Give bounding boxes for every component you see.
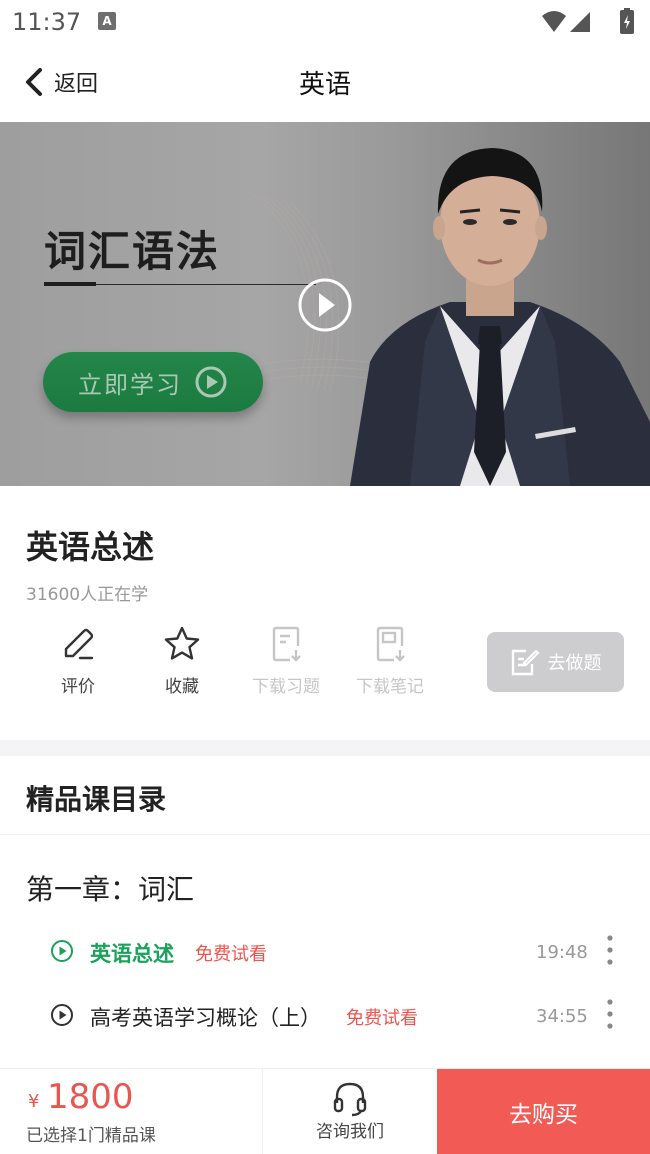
pencil-icon xyxy=(64,628,94,660)
rate-button[interactable]: 评价 xyxy=(26,624,130,704)
video-player[interactable]: 词汇语法 立即学习 xyxy=(0,122,650,486)
lesson-item[interactable]: 英语总述 免费试看 19:48 xyxy=(0,926,650,978)
purchase-bar: ¥ 1800 已选择1门精品课 咨询我们 去购买 xyxy=(0,1068,650,1154)
exercise-edit-icon xyxy=(511,649,539,676)
teacher-photo xyxy=(350,148,650,486)
title-underline xyxy=(44,282,96,286)
course-price: 1800 xyxy=(47,1077,134,1117)
download-exercises-button[interactable]: 下载习题 xyxy=(234,624,338,704)
video-play-icon[interactable] xyxy=(297,277,353,333)
do-exercises-button[interactable]: 去做题 xyxy=(487,632,624,692)
favorite-label: 收藏 xyxy=(165,677,199,697)
study-now-label: 立即学习 xyxy=(78,370,182,399)
currency-symbol: ¥ xyxy=(28,1091,40,1112)
play-circle-icon xyxy=(51,940,73,962)
course-info: 英语总述 31600人正在学 评价 收藏 下载习题 下载笔记 去做题 xyxy=(0,486,650,740)
download-notes-label: 下载笔记 xyxy=(356,677,424,697)
rate-label: 评价 xyxy=(61,677,95,697)
course-title: 英语总述 xyxy=(26,528,155,566)
more-vertical-icon[interactable] xyxy=(598,930,622,970)
lesson-duration: 19:48 xyxy=(536,942,588,963)
status-icons xyxy=(542,8,634,34)
more-vertical-icon[interactable] xyxy=(598,994,622,1034)
buy-button[interactable]: 去购买 xyxy=(437,1069,650,1154)
title-rule xyxy=(96,284,316,285)
catalog-divider xyxy=(0,834,650,835)
download-exercises-label: 下载习题 xyxy=(252,677,320,697)
learner-count: 31600人正在学 xyxy=(26,585,149,605)
lesson-title: 英语总述 xyxy=(90,942,174,966)
signal-icon xyxy=(570,12,590,32)
free-preview-badge: 免费试看 xyxy=(346,1008,418,1029)
price-area: ¥ 1800 已选择1门精品课 xyxy=(0,1069,262,1154)
consult-label: 咨询我们 xyxy=(316,1122,384,1142)
download-doc-icon xyxy=(272,626,301,662)
wifi-icon xyxy=(542,11,566,32)
favorite-button[interactable]: 收藏 xyxy=(130,624,234,704)
play-circle-icon xyxy=(51,1004,73,1026)
download-notes-button[interactable]: 下载笔记 xyxy=(338,624,442,704)
buy-label: 去购买 xyxy=(509,1102,578,1128)
study-now-button[interactable]: 立即学习 xyxy=(43,352,263,412)
lesson-duration: 34:55 xyxy=(536,1006,588,1027)
do-exercises-label: 去做题 xyxy=(547,653,602,674)
chapter-title: 第一章：词汇 xyxy=(26,873,195,906)
star-icon xyxy=(164,626,200,660)
section-divider xyxy=(0,740,650,756)
status-bar: 11:37 A xyxy=(0,0,650,44)
selected-count: 已选择1门精品课 xyxy=(26,1126,156,1146)
consult-button[interactable]: 咨询我们 xyxy=(263,1069,437,1154)
free-preview-badge: 免费试看 xyxy=(195,944,267,965)
lesson-title: 高考英语学习概论（上） xyxy=(90,1006,321,1030)
play-circle-icon xyxy=(195,366,227,398)
notification-a-icon: A xyxy=(98,12,116,30)
page-title: 英语 xyxy=(298,70,351,100)
download-note-icon xyxy=(376,626,405,662)
headset-icon xyxy=(333,1082,367,1117)
catalog-heading: 精品课目录 xyxy=(26,783,167,816)
status-time: 11:37 xyxy=(12,8,82,36)
banner-course-name: 词汇语法 xyxy=(44,227,221,276)
nav-header: 返回 英语 xyxy=(0,44,650,122)
course-catalog: 精品课目录 第一章：词汇 英语总述 免费试看 19:48 高考英语学习概论（上）… xyxy=(0,756,650,1068)
lesson-item[interactable]: 高考英语学习概论（上） 免费试看 34:55 xyxy=(0,990,650,1042)
